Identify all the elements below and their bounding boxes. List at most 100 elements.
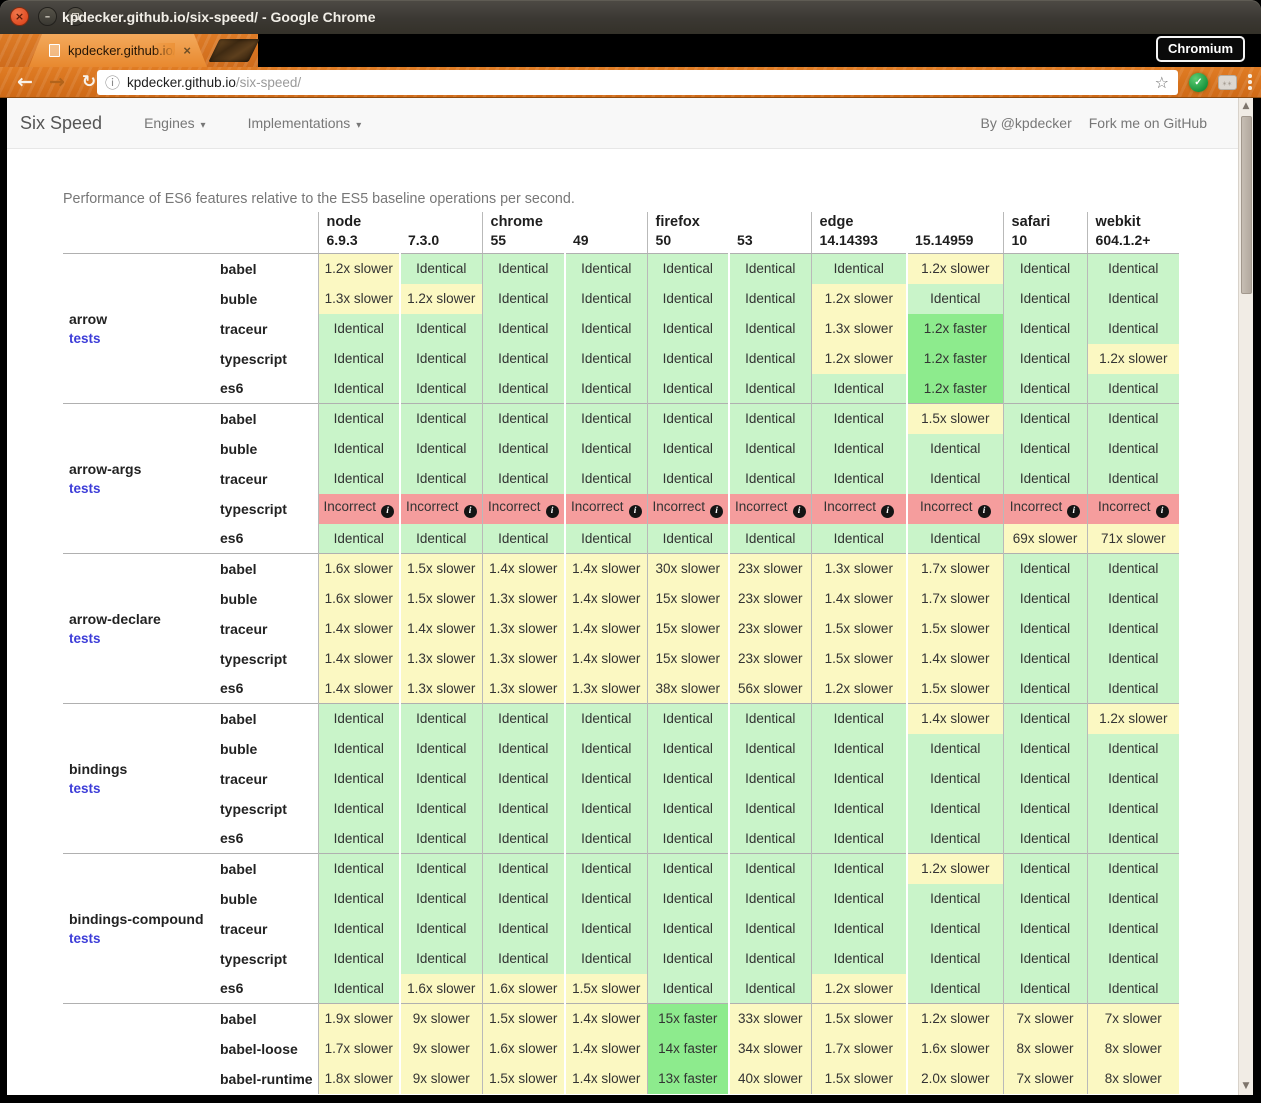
window-close-button[interactable]: × xyxy=(10,7,29,26)
perf-cell: Identical xyxy=(1003,434,1087,464)
version-header: 53 xyxy=(729,232,811,254)
perf-cell: Identical xyxy=(907,914,1003,944)
scrollbar-thumb[interactable] xyxy=(1241,116,1252,294)
perf-cell: Identical xyxy=(482,794,565,824)
tab-title-fade xyxy=(153,43,175,58)
info-icon[interactable]: i xyxy=(629,505,642,518)
info-icon[interactable]: i xyxy=(793,505,806,518)
perf-cell: 8x slower xyxy=(1087,1064,1179,1094)
perf-cell: Identical xyxy=(729,284,811,314)
perf-cell: Incorrecti xyxy=(400,494,482,524)
perf-cell: Identical xyxy=(1003,374,1087,404)
nav-engines[interactable]: Engines ▾ xyxy=(144,115,206,131)
window-minimize-button[interactable]: – xyxy=(38,7,57,26)
perf-cell: Identical xyxy=(647,344,729,374)
info-icon[interactable]: i xyxy=(1156,505,1169,518)
perf-cell: Identical xyxy=(318,374,400,404)
perf-cell: Identical xyxy=(400,914,482,944)
perf-cell: Identical xyxy=(318,344,400,374)
info-icon[interactable]: i xyxy=(464,505,477,518)
perf-cell: 1.7x slower xyxy=(907,554,1003,584)
perf-cell: Identical xyxy=(907,884,1003,914)
tests-link[interactable]: tests xyxy=(69,931,218,946)
perf-cell: 1.4x slower xyxy=(907,644,1003,674)
extension-icon-green[interactable]: ✓ xyxy=(1189,73,1208,92)
perf-cell: Identical xyxy=(729,884,811,914)
perf-cell: Identical xyxy=(1003,914,1087,944)
perf-cell: 1.5x slower xyxy=(907,674,1003,704)
perf-cell: Identical xyxy=(318,764,400,794)
info-icon[interactable]: i xyxy=(546,505,559,518)
back-icon[interactable]: ← xyxy=(12,67,38,97)
window-titlebar: × – kpdecker.github.io/six-speed/ - Goog… xyxy=(0,0,1261,34)
perf-cell: Identical xyxy=(318,824,400,854)
info-icon[interactable]: i xyxy=(381,505,394,518)
perf-cell: 1.5x slower xyxy=(482,1004,565,1034)
perf-cell: 1.6x slower xyxy=(400,974,482,1004)
perf-cell: Identical xyxy=(565,944,647,974)
perf-cell: Identical xyxy=(1003,974,1087,1004)
impl-label: typescript xyxy=(218,494,318,524)
perf-cell: Identical xyxy=(1087,674,1179,704)
github-fork-link[interactable]: Fork me on GitHub xyxy=(1089,115,1207,131)
url-path: /six-speed/ xyxy=(236,75,301,90)
bookmark-star-icon[interactable]: ☆ xyxy=(1155,70,1169,95)
perf-cell: Identical xyxy=(811,794,907,824)
perf-cell: Identical xyxy=(318,464,400,494)
perf-cell: Identical xyxy=(811,404,907,434)
perf-cell: 1.4x slower xyxy=(482,554,565,584)
perf-cell: Identical xyxy=(565,344,647,374)
tests-link[interactable]: tests xyxy=(69,481,218,496)
info-icon[interactable]: i xyxy=(881,505,894,518)
scrollbar-up-icon[interactable]: ▲ xyxy=(1239,99,1253,114)
perf-cell: Identical xyxy=(729,344,811,374)
perf-cell: Identical xyxy=(1003,674,1087,704)
engine-header: webkit xyxy=(1087,212,1179,232)
perf-cell: Identical xyxy=(729,404,811,434)
perf-cell: Identical xyxy=(907,464,1003,494)
perf-cell: Identical xyxy=(729,254,811,284)
tests-link[interactable]: tests xyxy=(69,331,218,346)
perf-cell: Identical xyxy=(400,794,482,824)
perf-cell: 7x slower xyxy=(1087,1004,1179,1034)
extension-icon-gray[interactable]: ⁎⁎ xyxy=(1218,75,1237,90)
perf-cell: Identical xyxy=(647,764,729,794)
info-icon[interactable]: i xyxy=(1067,505,1080,518)
version-header: 50 xyxy=(647,232,729,254)
perf-cell: Identical xyxy=(647,524,729,554)
browser-tab[interactable]: kpdecker.github.io/si × xyxy=(29,34,207,67)
header-spacer xyxy=(63,212,318,232)
tab-close-icon[interactable]: × xyxy=(183,44,191,57)
site-navbar: Six Speed Engines ▾ Implementations ▾ By… xyxy=(7,98,1253,149)
tests-link[interactable]: tests xyxy=(69,631,218,646)
feature-group-label: arrow-declare xyxy=(69,611,218,627)
scrollbar-down-icon[interactable]: ▼ xyxy=(1239,1079,1253,1094)
perf-cell: Identical xyxy=(1003,794,1087,824)
perf-cell: Identical xyxy=(647,824,729,854)
brand-link[interactable]: Six Speed xyxy=(20,113,102,134)
perf-cell: Identical xyxy=(647,944,729,974)
info-icon[interactable]: i xyxy=(710,505,723,518)
impl-label: babel-loose xyxy=(218,1034,318,1064)
author-link[interactable]: By @kpdecker xyxy=(980,115,1071,131)
nav-implementations[interactable]: Implementations ▾ xyxy=(248,115,362,131)
perf-cell: Identical xyxy=(482,284,565,314)
scrollbar-track[interactable]: ▲ ▼ xyxy=(1238,98,1253,1095)
browser-menu-icon[interactable] xyxy=(1248,74,1252,92)
perf-cell: Identical xyxy=(729,524,811,554)
impl-label: typescript xyxy=(218,794,318,824)
perf-cell: Identical xyxy=(729,794,811,824)
tests-link[interactable]: tests xyxy=(69,781,218,796)
impl-label: es6 xyxy=(218,824,318,854)
perf-cell: 7x slower xyxy=(1003,1004,1087,1034)
info-icon[interactable]: i xyxy=(978,505,991,518)
feature-group-label: bindings-compound xyxy=(69,911,218,927)
perf-cell: Identical xyxy=(811,704,907,734)
page-info-icon[interactable]: ⓘ xyxy=(105,72,120,93)
impl-label: traceur xyxy=(218,614,318,644)
address-bar[interactable]: ⓘ kpdecker.github.io/six-speed/ ☆ xyxy=(97,70,1178,95)
perf-cell: Identical xyxy=(565,884,647,914)
page-favicon-icon xyxy=(49,44,60,57)
perf-cell: 1.3x slower xyxy=(811,314,907,344)
perf-cell: Identical xyxy=(318,314,400,344)
